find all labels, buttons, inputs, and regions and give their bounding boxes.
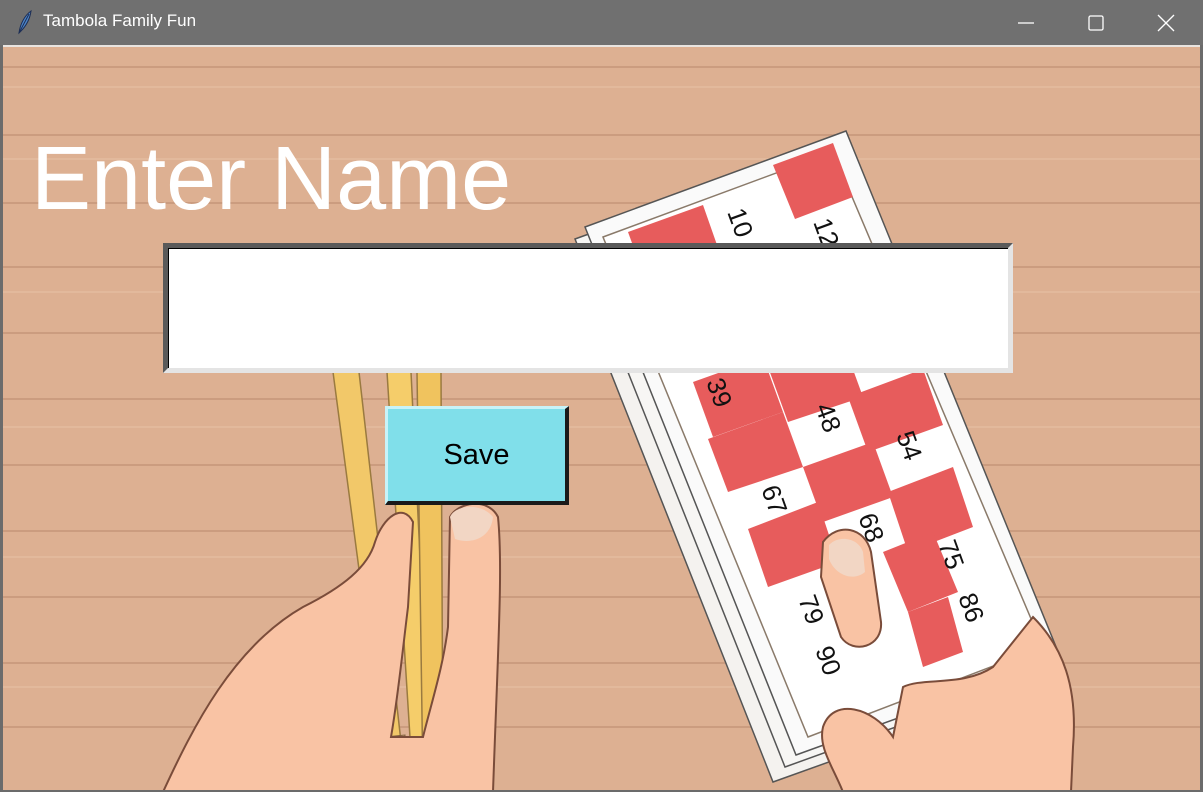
main-canvas: 10 12 39 48 54 67 68 75 79 86 90 Enter N… <box>3 45 1200 790</box>
page-heading: Enter Name <box>31 129 512 229</box>
maximize-button[interactable] <box>1061 0 1131 45</box>
close-icon <box>1157 14 1175 32</box>
minimize-icon <box>1018 22 1034 24</box>
window-title: Tambola Family Fun <box>43 11 197 30</box>
save-button[interactable]: Save <box>385 406 569 505</box>
maximize-icon <box>1088 15 1104 31</box>
close-button[interactable] <box>1131 0 1201 45</box>
feather-icon <box>18 9 32 35</box>
name-input[interactable] <box>163 243 1013 373</box>
minimize-button[interactable] <box>991 0 1061 45</box>
title-bar: Tambola Family Fun <box>0 0 1203 45</box>
